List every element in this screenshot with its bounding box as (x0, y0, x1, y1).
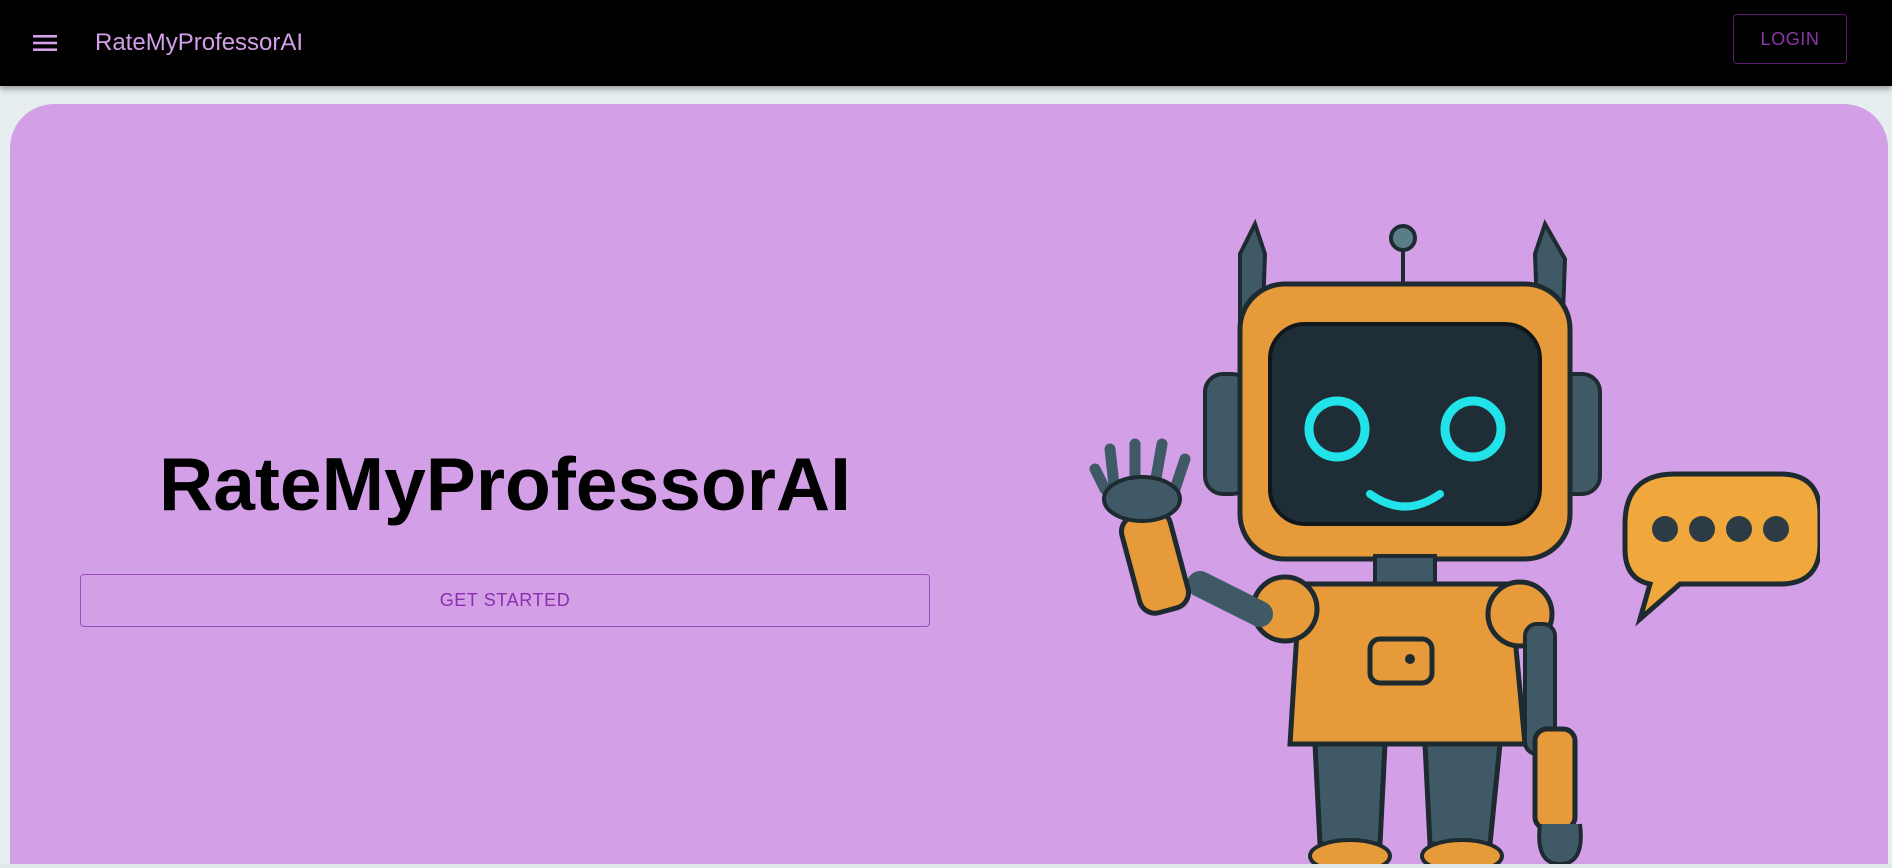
hero-title: RateMyProfessorAI (159, 442, 851, 526)
login-button[interactable]: LOGIN (1733, 14, 1847, 64)
app-title: RateMyProfessorAI (95, 29, 304, 56)
robot-illustration (1089, 218, 1820, 864)
page-bottom-edge (0, 864, 1892, 868)
get-started-button[interactable]: GET STARTED (80, 574, 930, 627)
hamburger-menu-icon (33, 35, 57, 51)
menu-button[interactable] (28, 26, 62, 60)
hero-section: RateMyProfessorAI GET STARTED (10, 104, 1888, 864)
app-bar: RateMyProfessorAI LOGIN (0, 0, 1892, 86)
